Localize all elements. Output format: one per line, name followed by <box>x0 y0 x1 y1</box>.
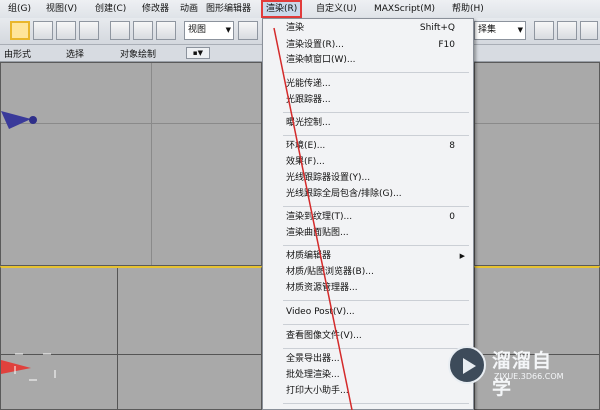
menu-separator <box>283 206 469 207</box>
menu-help[interactable]: 帮助(H) <box>452 0 484 18</box>
menu-animation[interactable]: 动画 <box>180 0 198 18</box>
menu-item-label: 渲染 <box>286 23 305 33</box>
menu-item-effects[interactable]: 效果(F)... <box>286 155 467 170</box>
menu-item-shortcut: F10 <box>438 40 455 50</box>
menu-item-label: Video Post(V)... <box>286 307 355 317</box>
menu-item-label: 查看图像文件(V)... <box>286 331 362 341</box>
menu-item-render-surface-map[interactable]: 渲染曲面贴图... <box>286 226 467 241</box>
reference-coordinate-value: 视图 <box>188 25 207 35</box>
rotate-icon[interactable] <box>133 21 153 40</box>
menu-item-raytracer-settings[interactable]: 光线跟踪器设置(Y)... <box>286 171 467 186</box>
menu-item-panorama-exporter[interactable]: 全景导出器... <box>286 352 467 367</box>
menu-separator <box>283 348 469 349</box>
menu-customize[interactable]: 自定义(U) <box>316 0 357 18</box>
menu-item-light-tracer[interactable]: 光跟踪器... <box>286 93 467 108</box>
menu-separator <box>283 72 469 73</box>
window-crossing-icon[interactable] <box>79 21 99 40</box>
menu-item-label: 环境(E)... <box>286 141 326 151</box>
menu-item-label: 打印大小助手... <box>286 386 349 396</box>
play-logo-icon <box>448 346 486 384</box>
menu-separator <box>283 300 469 301</box>
ribbon-label-selection[interactable]: 选择 <box>66 47 84 60</box>
named-selection-set-value: 择集 <box>478 25 497 35</box>
menu-item-label: 效果(F)... <box>286 157 325 167</box>
menu-item-render[interactable]: 渲染 Shift+Q <box>286 21 467 36</box>
menu-item-label: 光线跟踪全局包含/排除(G)... <box>286 189 402 199</box>
menu-separator <box>283 245 469 246</box>
move-icon[interactable] <box>110 21 130 40</box>
menu-item-label: 材质资源管理器... <box>286 283 358 293</box>
menu-rendering[interactable]: 渲染(R) <box>261 0 303 18</box>
chevron-down-icon: ▼ <box>517 26 523 34</box>
grid-line <box>475 123 599 124</box>
menu-item-material-map-browser[interactable]: 材质/贴图浏览器(B)... <box>286 265 467 280</box>
menu-modifiers[interactable]: 修改器 <box>142 0 169 18</box>
menu-bar: 组(G) 视图(V) 创建(C) 修改器 动画 图形编辑器 渲染(R) 自定义(… <box>0 0 600 19</box>
grid-line <box>151 63 152 265</box>
rendering-menu-dropdown: 渲染 Shift+Q 渲染设置(R)... F10 渲染帧窗口(W)... 光能… <box>262 18 474 410</box>
pivot-center-icon[interactable] <box>238 21 258 40</box>
menu-item-render-setup[interactable]: 渲染设置(R)... F10 <box>286 38 467 53</box>
menu-separator <box>283 112 469 113</box>
align-icon[interactable] <box>557 21 577 40</box>
menu-separator <box>283 135 469 136</box>
menu-maxscript[interactable]: MAXScript(M) <box>374 0 435 18</box>
menu-create[interactable]: 创建(C) <box>95 0 126 18</box>
menu-item-label: 渲染曲面贴图... <box>286 228 349 238</box>
menu-item-shortcut: Shift+Q <box>419 23 455 33</box>
watermark-url: ZIXUE.3D66.COM <box>494 372 564 381</box>
menu-graph-editors[interactable]: 图形编辑器 <box>206 0 251 18</box>
menu-item-label: 材质编辑器 <box>286 251 332 261</box>
menu-item-label: 全景导出器... <box>286 354 340 364</box>
viewport-top-left[interactable] <box>0 62 262 266</box>
layer-manager-icon[interactable] <box>580 21 598 40</box>
menu-item-shortcut: 8 <box>449 141 455 151</box>
ribbon-label-object-paint[interactable]: 对象绘制 <box>120 47 156 60</box>
menu-item-label: 光跟踪器... <box>286 95 331 105</box>
menu-separator <box>283 403 469 404</box>
viewport-top-right[interactable] <box>474 62 600 266</box>
menu-item-rendered-frame-window[interactable]: 渲染帧窗口(W)... <box>286 53 467 68</box>
menu-item-label: 曝光控制... <box>286 118 331 128</box>
menu-group[interactable]: 组(G) <box>8 0 31 18</box>
menu-item-batch-render[interactable]: 批处理渲染... <box>286 368 467 383</box>
watermark: 溜溜自学 ZIXUE.3D66.COM <box>448 344 568 399</box>
menu-item-label: 光能传递... <box>286 79 331 89</box>
menu-item-label: 批处理渲染... <box>286 370 340 380</box>
selected-object-icon <box>1 353 56 381</box>
viewport-bottom-left[interactable] <box>0 266 262 410</box>
reference-coordinate-combo[interactable]: 视图 ▼ <box>184 21 234 40</box>
menu-item-label: 光线跟踪器设置(Y)... <box>286 173 371 183</box>
select-by-name-icon[interactable] <box>33 21 53 40</box>
submenu-arrow-icon: ▶ <box>459 252 465 260</box>
rectangle-selection-icon[interactable] <box>56 21 76 40</box>
ribbon-options-button[interactable]: ▪▼ <box>186 47 210 59</box>
menu-item-label: 渲染帧窗口(W)... <box>286 55 356 65</box>
menu-view[interactable]: 视图(V) <box>46 0 77 18</box>
menu-item-label: 渲染到纹理(T)... <box>286 212 353 222</box>
chevron-down-icon: ▼ <box>225 26 231 34</box>
select-object-icon[interactable] <box>10 21 30 40</box>
mirror-icon[interactable] <box>534 21 554 40</box>
menu-item-material-explorer[interactable]: 材质资源管理器... <box>286 281 467 296</box>
menu-item-raytrace-global-include-exclude[interactable]: 光线跟踪全局包含/排除(G)... <box>286 187 467 202</box>
menu-item-view-image-file[interactable]: 查看图像文件(V)... <box>286 329 467 344</box>
menu-item-label: 材质/贴图浏览器(B)... <box>286 267 374 277</box>
grid-line <box>117 268 118 409</box>
ribbon-label-freeform[interactable]: 由形式 <box>4 47 31 60</box>
menu-item-exposure-control[interactable]: 曝光控制... <box>286 116 467 131</box>
menu-item-print-size-assistant[interactable]: 打印大小助手... <box>286 384 467 399</box>
menu-separator <box>283 324 469 325</box>
menu-item-environment[interactable]: 环境(E)... 8 <box>286 139 467 154</box>
named-selection-set-combo[interactable]: 择集 ▼ <box>474 21 526 40</box>
menu-item-label: 渲染设置(R)... <box>286 40 344 50</box>
menu-item-shortcut: 0 <box>449 212 455 222</box>
menu-item-material-editor[interactable]: 材质编辑器 ▶ <box>286 249 467 264</box>
menu-item-render-to-texture[interactable]: 渲染到纹理(T)... 0 <box>286 210 467 225</box>
object-bones-icon <box>1 111 37 129</box>
menu-item-radiosity[interactable]: 光能传递... <box>286 77 467 92</box>
menu-item-video-post[interactable]: Video Post(V)... <box>286 305 467 320</box>
scale-icon[interactable] <box>156 21 176 40</box>
